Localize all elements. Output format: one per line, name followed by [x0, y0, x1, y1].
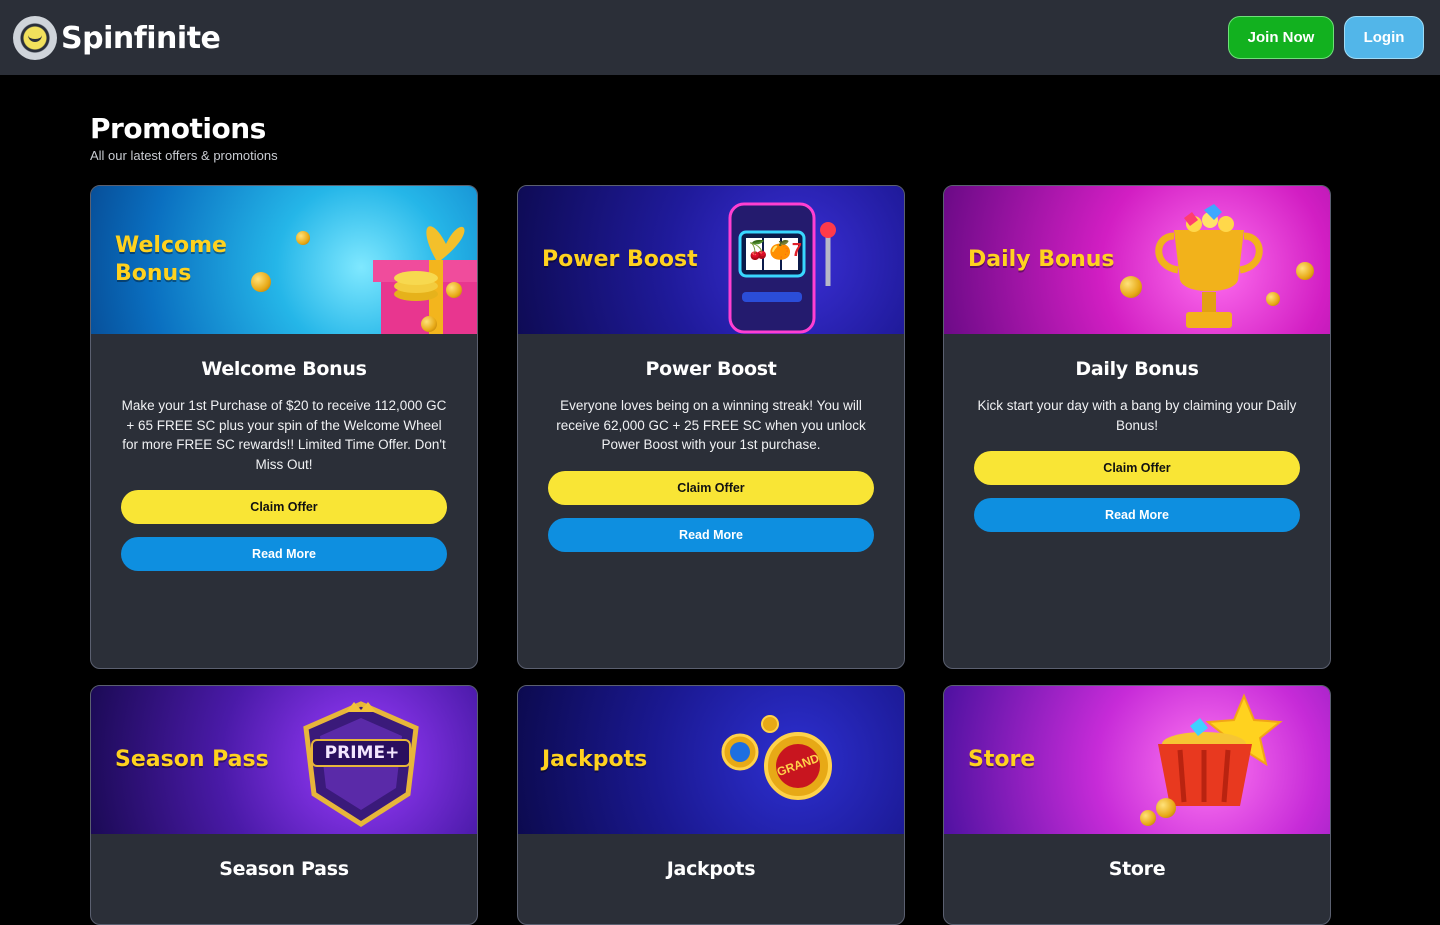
coin-icon — [1266, 292, 1280, 306]
promo-card-season-pass: Season Pass PRIME+ Season Pass — [90, 685, 478, 925]
banner-title: Jackpots — [542, 747, 648, 772]
banner-title-line2: Bonus — [115, 261, 192, 286]
banner-title: Store — [968, 747, 1036, 772]
promo-description: Make your 1st Purchase of $20 to receive… — [121, 398, 447, 472]
promo-title: Welcome Bonus — [201, 358, 367, 380]
top-navigation-bar: Spinfinite Join Now Login — [0, 0, 1440, 75]
banner-title: Daily Bonus — [968, 247, 1115, 272]
promo-title: Jackpots — [666, 858, 756, 880]
coin-icon — [446, 282, 462, 298]
read-more-button[interactable]: Read More — [548, 517, 874, 552]
logo-icon — [13, 16, 57, 60]
coin-icon — [1296, 262, 1314, 280]
trophy-icon — [1155, 204, 1263, 328]
promo-card-store: Store Store — [943, 685, 1331, 925]
promo-card-power-boost: Power Boost 🍒🍊7 Power Boost Everyone lov… — [517, 185, 905, 669]
promo-card-daily-bonus: Daily Bonus Daily Bonus Kick start your … — [943, 185, 1331, 669]
login-button[interactable]: Login — [1344, 16, 1424, 59]
prime-badge-icon — [303, 701, 419, 827]
promo-title: Daily Bonus — [1075, 358, 1199, 380]
promo-title: Power Boost — [645, 358, 777, 380]
read-more-button[interactable]: Read More — [121, 537, 447, 571]
promo-description: Everyone loves being on a winning streak… — [556, 398, 866, 452]
promo-title: Season Pass — [219, 858, 349, 880]
promo-banner: Season Pass PRIME+ — [91, 686, 477, 834]
join-now-button[interactable]: Join Now — [1228, 16, 1334, 59]
banner-title: Welcome Bonus — [115, 232, 227, 288]
promo-description: Kick start your day with a bang by claim… — [977, 398, 1297, 433]
claim-offer-button[interactable]: Claim Offer — [121, 490, 447, 524]
slot-symbols: 🍒🍊7 — [747, 240, 802, 260]
page-title: Promotions — [90, 112, 266, 145]
coin-icon — [1120, 276, 1142, 298]
banner-title: Season Pass — [115, 747, 269, 772]
brand-logo[interactable]: Spinfinite — [13, 16, 221, 60]
coin-icon — [251, 272, 271, 292]
promo-card-welcome-bonus: Welcome Bonus Welcome Bonus Make your 1s… — [90, 185, 478, 669]
promo-banner: Jackpots GRAND — [518, 686, 904, 834]
promo-card-jackpots: Jackpots GRAND Jackpots — [517, 685, 905, 925]
badge-text: PRIME+ — [324, 743, 400, 763]
claim-offer-button[interactable]: Claim Offer — [974, 451, 1300, 485]
coin-icon — [1140, 810, 1156, 826]
coin-icon — [421, 316, 437, 332]
banner-title: Power Boost — [542, 247, 698, 272]
claim-offer-button[interactable]: Claim Offer — [548, 470, 874, 505]
read-more-button[interactable]: Read More — [974, 498, 1300, 532]
coin-icon — [1156, 798, 1176, 818]
promo-banner: Store — [944, 686, 1330, 834]
promo-title: Store — [1108, 858, 1166, 880]
brand-name: Spinfinite — [61, 20, 221, 56]
banner-title-line1: Welcome — [115, 233, 227, 258]
promo-banner: Power Boost 🍒🍊7 — [518, 186, 904, 334]
slot-machine-icon — [728, 202, 836, 334]
gift-box-icon — [373, 226, 477, 334]
promo-banner: Daily Bonus — [944, 186, 1330, 334]
page-subtitle: All our latest offers & promotions — [90, 148, 278, 163]
promo-banner: Welcome Bonus — [91, 186, 477, 334]
coin-icon — [296, 231, 310, 245]
